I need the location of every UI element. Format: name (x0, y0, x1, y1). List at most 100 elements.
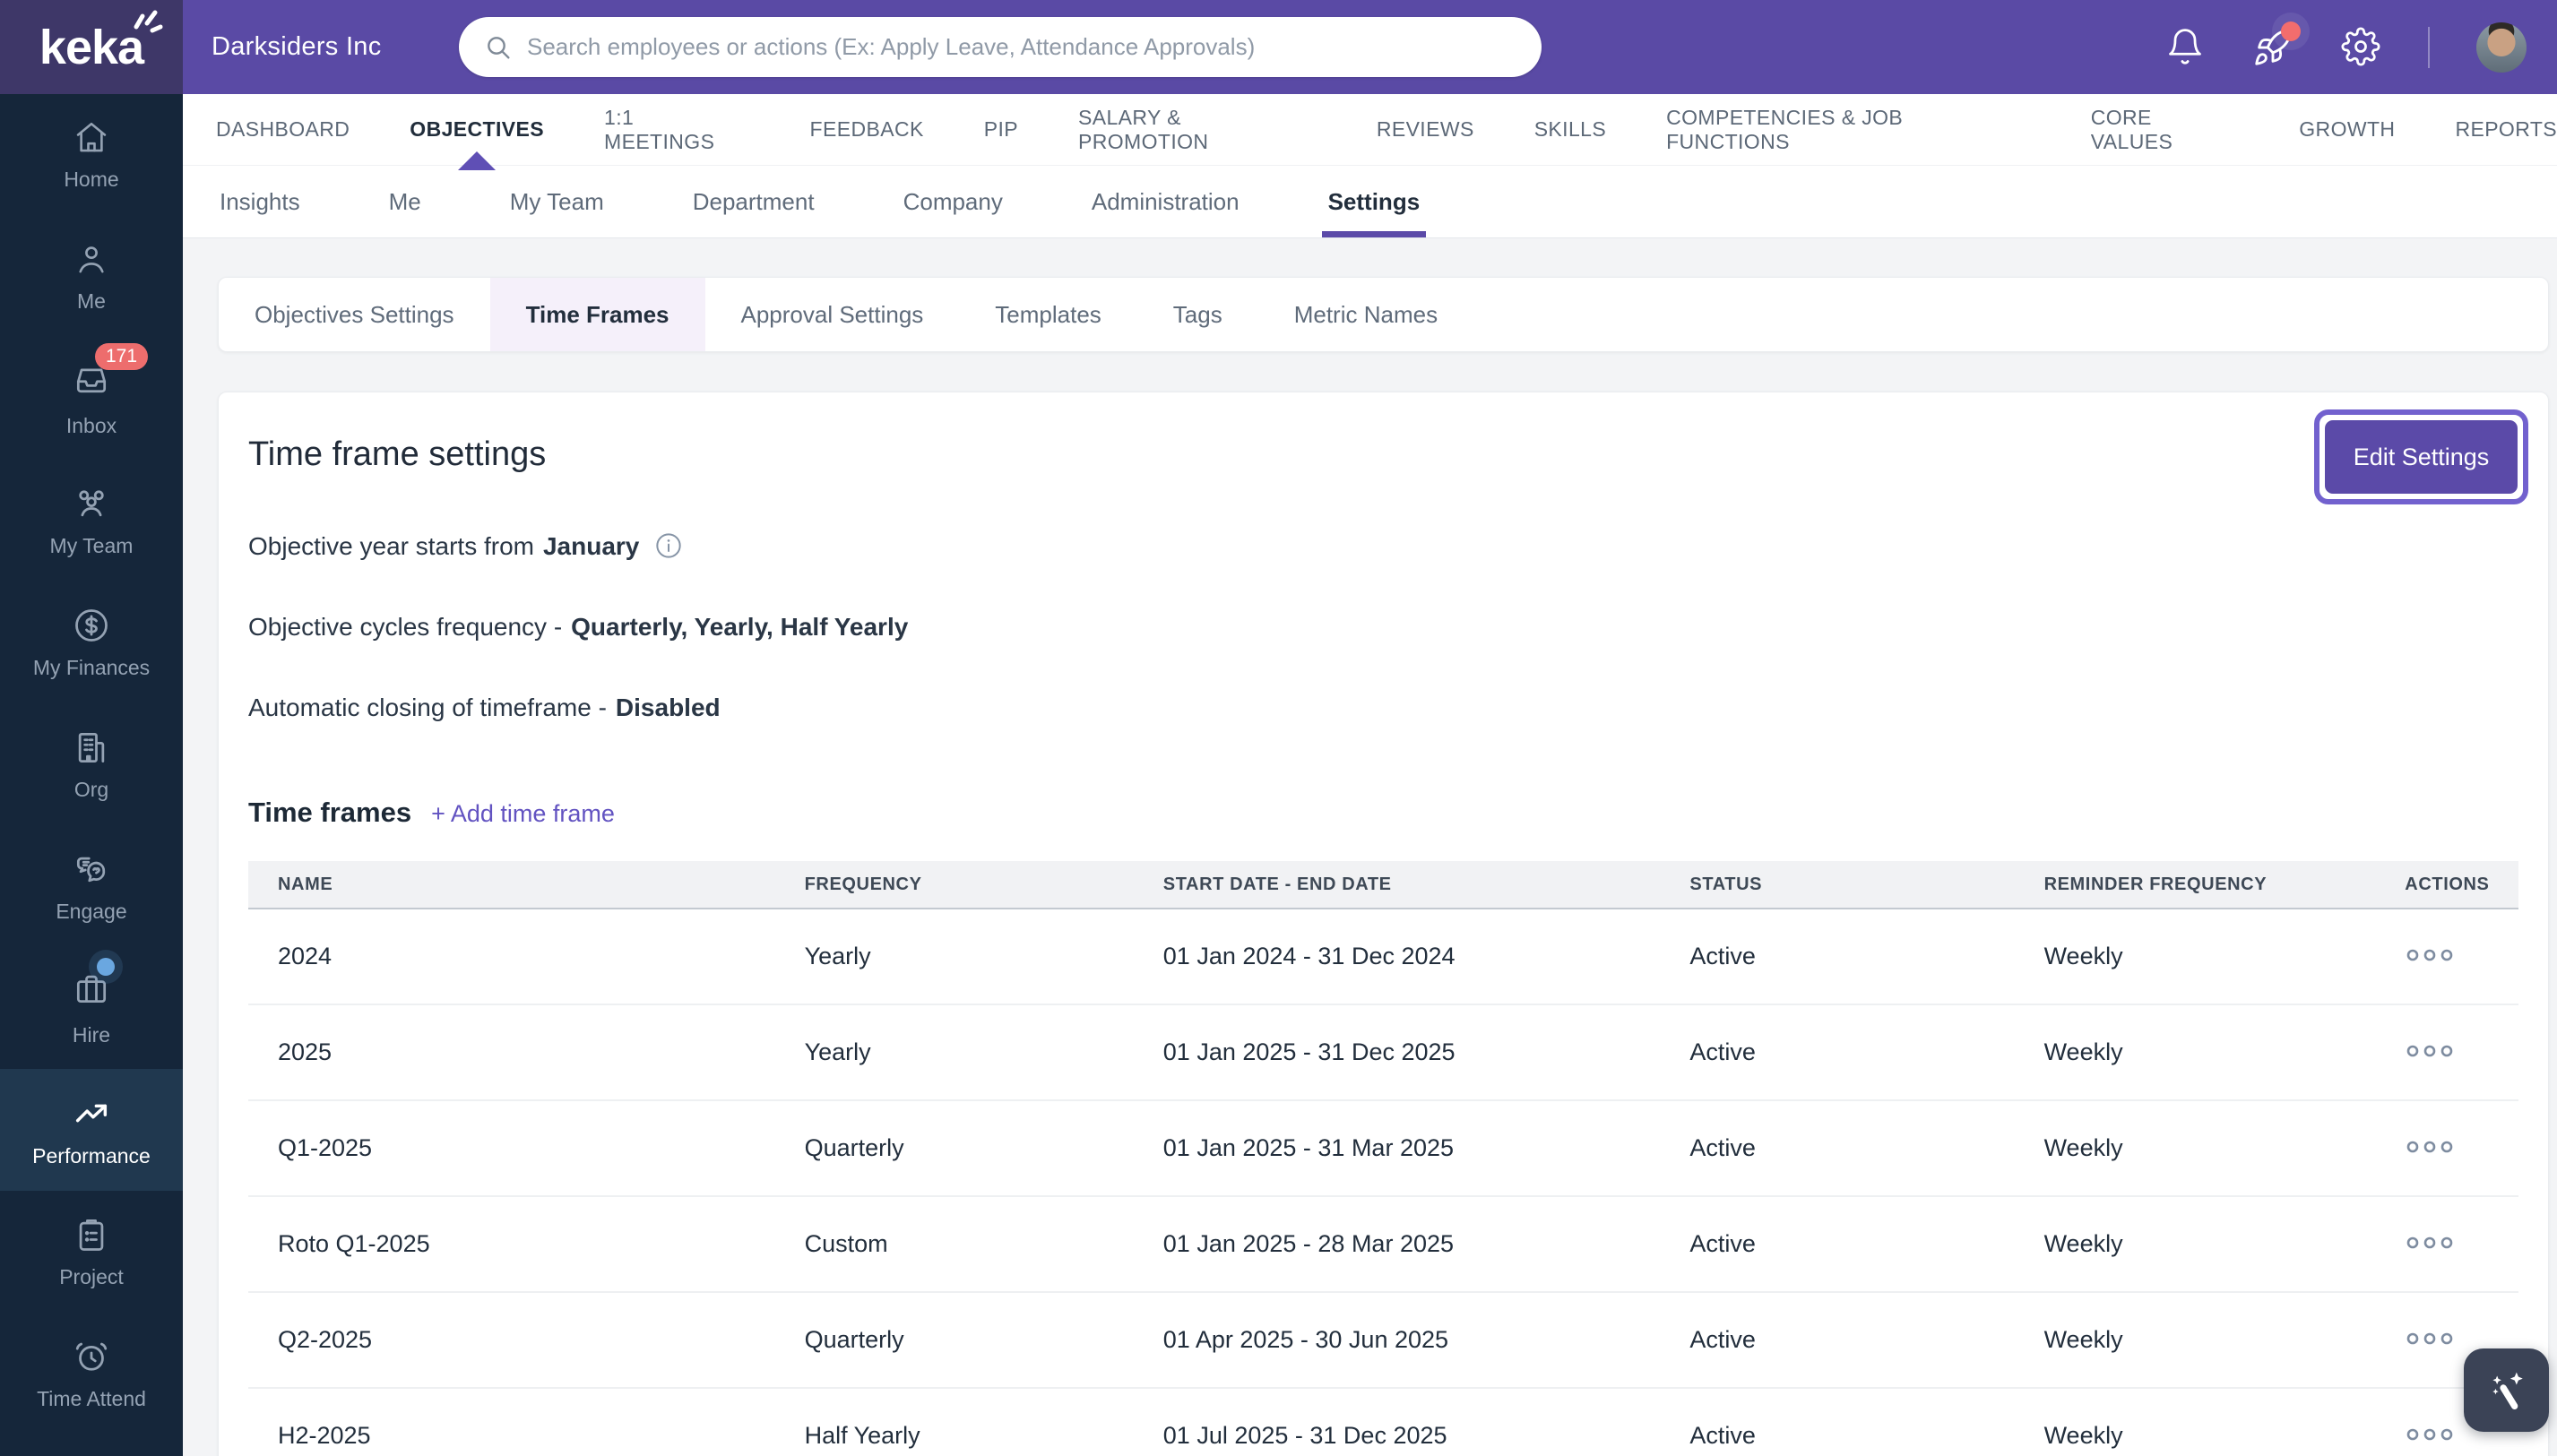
nav-tab-1-1-meetings[interactable]: 1:1 MEETINGS (604, 106, 750, 154)
cell-name: Q2-2025 (278, 1326, 373, 1353)
edit-settings-button[interactable]: Edit Settings (2325, 420, 2518, 494)
column-header-actions: ACTIONS (2405, 874, 2490, 894)
performance-trend-icon (75, 1104, 108, 1122)
add-timeframe-link[interactable]: + Add time frame (431, 800, 615, 828)
home-icon (76, 122, 107, 151)
keka-logo-block[interactable]: keka (0, 0, 183, 94)
module-nav: DASHBOARD OBJECTIVES 1:1 MEETINGS FEEDBA… (183, 94, 2557, 165)
cell-name: H2-2025 (278, 1422, 371, 1449)
row-actions-button[interactable] (2405, 1229, 2455, 1259)
cell-status: Active (1689, 1326, 1756, 1353)
cell-status: Active (1689, 1038, 1756, 1065)
keka-logo: keka (39, 10, 163, 75)
sidebar-item-my-finances[interactable]: My Finances (0, 582, 183, 703)
nav-tab-skills[interactable]: SKILLS (1534, 117, 1606, 142)
cell-frequency: Yearly (804, 1038, 871, 1065)
cell-frequency: Custom (804, 1230, 888, 1257)
sidebar-item-label: Org (73, 777, 109, 801)
row-actions-button[interactable] (2405, 1133, 2455, 1163)
cell-dates: 01 Apr 2025 - 30 Jun 2025 (1162, 1326, 1449, 1353)
nav-tab-dashboard[interactable]: DASHBOARD (216, 117, 350, 142)
cell-name: Q1-2025 (278, 1134, 373, 1161)
nav-tab-competencies[interactable]: COMPETENCIES & JOB FUNCTIONS (1666, 106, 2031, 154)
nav-tab-core-values[interactable]: CORE VALUES (2091, 106, 2240, 154)
page-title: Time frame settings (248, 435, 547, 473)
sidebar-item-performance[interactable]: Performance (0, 1069, 183, 1191)
subnav-department[interactable]: Department (693, 166, 815, 237)
tab-time-frames[interactable]: Time Frames (489, 278, 705, 351)
sidebar-item-label: Engage (56, 899, 127, 923)
whats-new-button[interactable] (2252, 21, 2301, 68)
app-sidebar: Home Me 171 Inbox My Team My Finances Or… (0, 94, 183, 1456)
info-icon[interactable] (653, 531, 684, 562)
subnav-my-team[interactable]: My Team (510, 166, 604, 237)
table-header-row: NAME FREQUENCY START DATE - END DATE STA… (248, 861, 2518, 909)
row-actions-button[interactable] (2405, 1421, 2455, 1451)
three-dots-icon (2406, 1141, 2453, 1153)
sidebar-item-label: Hire (72, 1023, 111, 1047)
sidebar-item-org[interactable]: Org (0, 703, 183, 825)
row-actions-button[interactable] (2405, 1038, 2455, 1067)
table-row: 2025 Yearly 01 Jan 2025 - 31 Dec 2025 Ac… (248, 1005, 2518, 1101)
tab-tags[interactable]: Tags (1137, 278, 1258, 351)
sidebar-item-project[interactable]: Project (0, 1191, 183, 1313)
global-search[interactable] (459, 17, 1542, 77)
sidebar-item-hire[interactable]: Hire (0, 947, 183, 1069)
nav-tab-reports[interactable]: REPORTS (2455, 117, 2557, 142)
tab-objectives-settings[interactable]: Objectives Settings (219, 278, 490, 351)
row-actions-button[interactable] (2405, 1325, 2455, 1355)
nav-tab-reviews[interactable]: REVIEWS (1377, 117, 1474, 142)
nav-tab-pip[interactable]: PIP (984, 117, 1018, 142)
timeframes-table: NAME FREQUENCY START DATE - END DATE STA… (248, 861, 2518, 1456)
auto-closing-line: Automatic closing of timeframe - Disable… (248, 693, 2518, 723)
search-input[interactable] (527, 33, 1516, 61)
column-header-name: NAME (278, 874, 333, 894)
subnav-insights[interactable]: Insights (220, 166, 300, 237)
user-avatar[interactable] (2476, 22, 2527, 73)
sidebar-item-engage[interactable]: Engage (0, 825, 183, 947)
sidebar-item-label: Me (77, 289, 106, 313)
cell-reminder: Weekly (2043, 1038, 2123, 1065)
sidebar-item-home[interactable]: Home (0, 94, 183, 216)
team-icon (79, 489, 104, 516)
subnav-administration[interactable]: Administration (1092, 166, 1240, 237)
alarm-clock-icon (75, 1342, 108, 1371)
engage-chat-icon (76, 857, 106, 882)
nav-tab-feedback[interactable]: FEEDBACK (810, 117, 924, 142)
tab-templates[interactable]: Templates (959, 278, 1137, 351)
ai-assistant-button[interactable] (2464, 1348, 2549, 1432)
content-area: Objectives Settings Time Frames Approval… (183, 238, 2557, 1456)
sidebar-item-time-attend[interactable]: Time Attend (0, 1313, 183, 1434)
sidebar-item-inbox[interactable]: 171 Inbox (0, 338, 183, 460)
column-header-dates: START DATE - END DATE (1162, 874, 1392, 894)
info-value: Quarterly, Yearly, Half Yearly (571, 613, 909, 641)
sidebar-item-me[interactable]: Me (0, 216, 183, 338)
row-actions-button[interactable] (2405, 942, 2455, 971)
nav-tab-objectives[interactable]: OBJECTIVES (410, 117, 544, 142)
column-header-reminder: REMINDER FREQUENCY (2043, 874, 2268, 894)
nav-tab-growth[interactable]: GROWTH (2299, 117, 2395, 142)
three-dots-icon (2406, 1236, 2453, 1249)
table-row: 2024 Yearly 01 Jan 2024 - 31 Dec 2024 Ac… (248, 909, 2518, 1005)
objectives-subnav: Insights Me My Team Department Company A… (183, 165, 2557, 238)
subnav-settings[interactable]: Settings (1328, 166, 1421, 237)
tab-approval-settings[interactable]: Approval Settings (705, 278, 960, 351)
cell-reminder: Weekly (2043, 1422, 2123, 1449)
subnav-me[interactable]: Me (389, 166, 421, 237)
subnav-company[interactable]: Company (903, 166, 1003, 237)
tab-metric-names[interactable]: Metric Names (1258, 278, 1473, 351)
cell-reminder: Weekly (2043, 1326, 2123, 1353)
column-header-status: STATUS (1689, 874, 1763, 894)
table-row: H2-2025 Half Yearly 01 Jul 2025 - 31 Dec… (248, 1389, 2518, 1456)
cell-status: Active (1689, 1134, 1756, 1161)
cell-dates: 01 Jan 2025 - 31 Mar 2025 (1162, 1134, 1455, 1161)
nav-tab-salary-promotion[interactable]: SALARY & PROMOTION (1078, 106, 1317, 154)
cell-dates: 01 Jan 2024 - 31 Dec 2024 (1162, 943, 1456, 969)
top-bar: Darksiders Inc (183, 0, 2557, 94)
main-region: DASHBOARD OBJECTIVES 1:1 MEETINGS FEEDBA… (183, 94, 2557, 1456)
notifications-button[interactable] (2164, 27, 2206, 68)
cell-dates: 01 Jul 2025 - 31 Dec 2025 (1162, 1422, 1447, 1449)
sidebar-item-my-team[interactable]: My Team (0, 460, 183, 582)
cell-reminder: Weekly (2043, 1134, 2123, 1161)
settings-button[interactable] (2340, 26, 2381, 68)
